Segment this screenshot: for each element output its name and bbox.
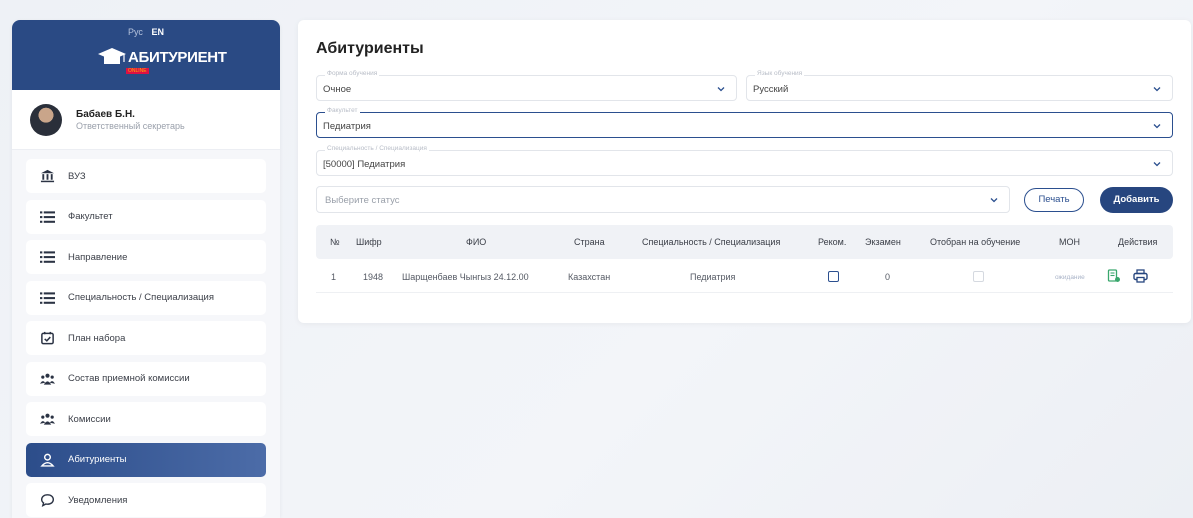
field-value: [50000] Педиатрия [323, 159, 406, 170]
field-label: Специальность / Специализация [325, 145, 429, 152]
sidebar-item-university[interactable]: ВУЗ [26, 159, 266, 193]
col-exam: Экзамен [865, 237, 901, 247]
sidebar-menu: ВУЗ Факультет Направление Специальность … [12, 150, 280, 517]
field-value: Очное [323, 84, 352, 95]
page-title: Абитуриенты [316, 40, 424, 57]
user-profile[interactable]: Бабаев Б.Н. Ответственный секретарь [12, 90, 280, 150]
study-language-select[interactable]: Язык обучения Русский [746, 70, 1173, 101]
sidebar-item-label: Уведомления [68, 494, 128, 506]
logo[interactable]: АБИТУРИЕНТ ONLINE [96, 48, 227, 74]
col-country: Страна [574, 237, 605, 247]
col-number: № [330, 237, 340, 247]
sidebar-item-specialty[interactable]: Специальность / Специализация [26, 280, 266, 315]
language-switcher: Рус EN [12, 27, 280, 37]
col-fio: ФИО [466, 237, 487, 247]
sidebar-item-direction[interactable]: Направление [26, 240, 266, 274]
lang-ru-link[interactable]: Рус [128, 27, 143, 37]
col-mon: МОН [1059, 237, 1080, 247]
logo-subtext: ONLINE [126, 68, 149, 74]
cell-code: 1948 [363, 272, 384, 282]
faculty-select[interactable]: Факультет Педиатрия [316, 107, 1173, 138]
print-button[interactable]: Печать [1024, 188, 1084, 212]
table-row[interactable]: 1 1948 Шарщенбаев Чынгыз 24.12.00 Казахс… [316, 261, 1173, 293]
col-selected: Отобран на обучение [930, 237, 1021, 247]
cell-specialty: Педиатрия [690, 272, 736, 282]
field-label: Форма обучения [325, 70, 380, 77]
status-select[interactable]: Выберите статус [316, 186, 1010, 213]
recommended-checkbox[interactable] [828, 271, 839, 282]
sidebar-item-label: Специальность / Специализация [68, 292, 215, 303]
cell-fio: Шарщенбаев Чынгыз 24.12.00 [402, 272, 529, 282]
sidebar-item-faculty[interactable]: Факультет [26, 199, 266, 234]
add-button[interactable]: Добавить [1100, 187, 1173, 213]
cell-number: 1 [331, 272, 337, 282]
col-specialty: Специальность / Специализация [642, 237, 781, 247]
lang-en-link[interactable]: EN [151, 27, 164, 37]
cell-country: Казахстан [568, 272, 611, 282]
chat-icon [39, 493, 55, 507]
mon-status: ожидание [1055, 274, 1085, 281]
users-icon [39, 372, 55, 386]
field-value: Педиатрия [323, 121, 371, 132]
users-icon [39, 412, 55, 426]
calendar-check-icon [39, 331, 55, 345]
logo-text: АБИТУРИЕНТ [128, 48, 227, 66]
chevron-down-icon [1153, 87, 1161, 92]
avatar [30, 103, 62, 136]
list-icon [39, 291, 55, 305]
chevron-down-icon [717, 87, 725, 92]
sidebar-item-label: Комиссии [68, 413, 111, 425]
table-header: № Шифр ФИО Страна Специальность / Специа… [316, 225, 1173, 259]
sidebar-item-commissions[interactable]: Комиссии [26, 402, 266, 436]
graduation-cap-icon [96, 48, 128, 66]
user-role: Ответственный секретарь [76, 120, 185, 131]
field-label: Факультет [325, 107, 360, 114]
user-name: Бабаев Б.Н. [76, 108, 135, 120]
sidebar-item-label: Состав приемной комиссии [68, 373, 190, 384]
sidebar-item-applicants[interactable]: Абитуриенты [26, 442, 266, 477]
col-recommended: Реком. [818, 237, 847, 247]
sidebar-item-label: Факультет [68, 211, 113, 222]
chevron-down-icon [1153, 162, 1161, 167]
sidebar-item-label: Направление [68, 251, 128, 263]
applicants-card: Абитуриенты Форма обучения Очное Язык об… [298, 20, 1191, 323]
field-label: Язык обучения [755, 70, 805, 77]
list-icon [39, 250, 55, 264]
col-code: Шифр [356, 237, 382, 247]
col-actions: Действия [1118, 237, 1158, 247]
specialty-select[interactable]: Специальность / Специализация [50000] Пе… [316, 145, 1173, 176]
cell-exam: 0 [885, 272, 891, 282]
chevron-down-icon [990, 198, 998, 203]
edit-document-icon[interactable] [1107, 269, 1121, 283]
sidebar-header: Рус EN АБИТУРИЕНТ ONLINE [12, 20, 280, 90]
field-value: Русский [753, 84, 789, 95]
sidebar-item-notifications[interactable]: Уведомления [26, 483, 266, 517]
chevron-down-icon [1153, 124, 1161, 129]
study-form-select[interactable]: Форма обучения Очное [316, 70, 737, 101]
sidebar-item-committee-staff[interactable]: Состав приемной комиссии [26, 361, 266, 396]
sidebar-item-label: ВУЗ [68, 170, 86, 182]
sidebar-item-admission-plan[interactable]: План набора [26, 321, 266, 355]
list-icon [39, 210, 55, 224]
selected-checkbox[interactable] [973, 271, 984, 282]
sidebar-item-label: Абитуриенты [68, 454, 127, 465]
user-icon [39, 453, 55, 467]
sidebar: Рус EN АБИТУРИЕНТ ONLINE Бабаев Б.Н. Отв… [12, 20, 280, 518]
university-icon [39, 169, 55, 183]
sidebar-item-label: План набора [68, 332, 126, 344]
print-icon[interactable] [1133, 269, 1148, 283]
status-placeholder: Выберите статус [325, 195, 400, 206]
